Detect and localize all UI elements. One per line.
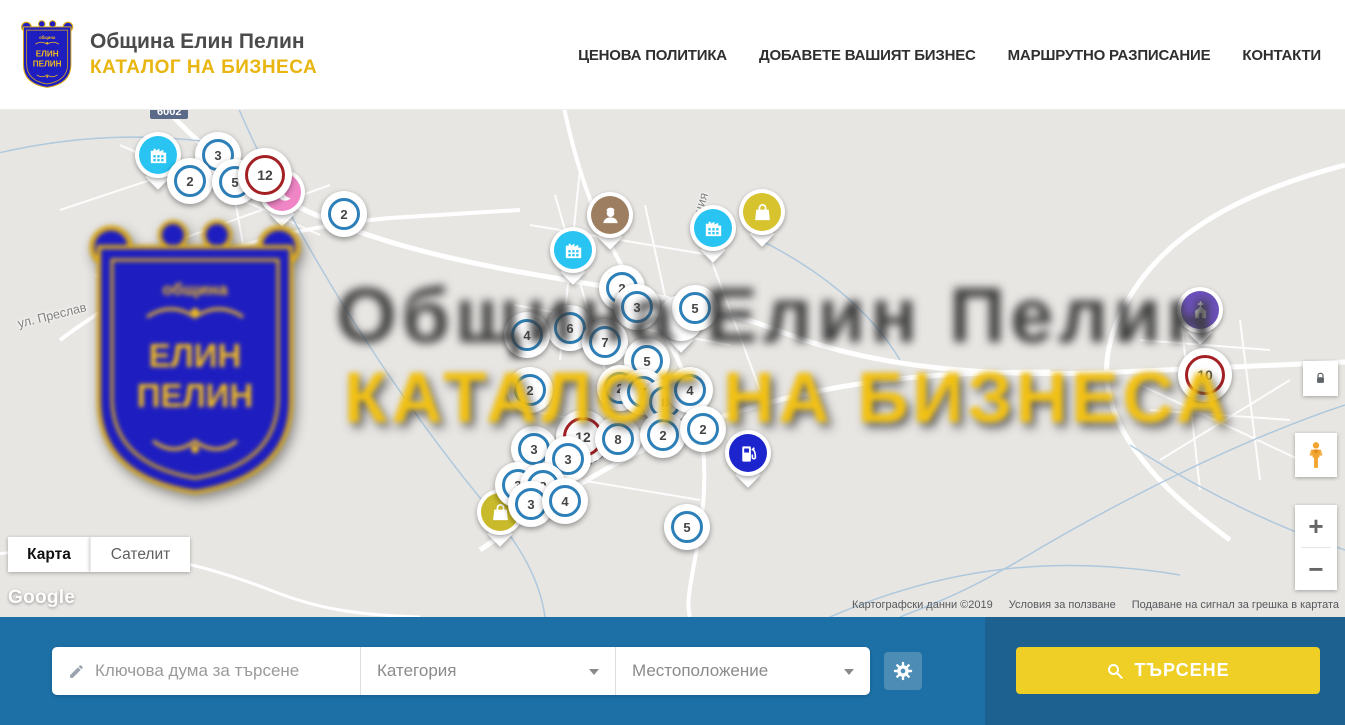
fuel-icon [729,434,767,472]
church-pin-marker[interactable] [1177,287,1223,333]
main-nav: ЦЕНОВА ПОЛИТИКА ДОБАВЕТЕ ВАШИЯТ БИЗНЕС МАР… [578,0,1321,110]
pegman-icon [1303,440,1329,470]
cluster-marker[interactable]: 2 [167,158,213,204]
keyword-search-field[interactable] [52,647,360,695]
cluster-count: 4 [549,485,581,517]
cluster-marker[interactable]: 2 [640,412,686,458]
site-subtitle: КАТАЛОГ НА БИЗНЕСА [90,57,317,79]
factory-pin-marker[interactable] [690,205,736,251]
church-icon [1181,291,1219,329]
nav-item-add-business[interactable]: ДОБАВЕТЕ ВАШИЯТ БИЗНЕС [759,47,976,64]
cluster-count: 5 [671,511,703,543]
worker-pin-marker[interactable] [587,192,633,238]
cluster-marker[interactable]: 2 [321,191,367,237]
gear-icon [892,660,914,682]
zoom-in-button[interactable]: + [1295,505,1337,547]
cluster-marker[interactable]: 4 [542,478,588,524]
pin-circle [690,205,736,251]
cluster-marker[interactable]: 8 [595,416,641,462]
attribution-terms-link[interactable]: Условия за ползване [1009,599,1116,611]
cluster-marker[interactable]: 2 [507,367,553,413]
crest-text-line2: ПЕЛИН [33,59,62,68]
nav-item-pricing[interactable]: ЦЕНОВА ПОЛИТИКА [578,47,727,64]
cluster-count: 2 [687,413,719,445]
municipality-crest-logo: община ЕЛИН ПЕЛИН [20,19,76,91]
cluster-count: 4 [674,374,706,406]
map-canvas[interactable]: 325122235647522784128223338345106002ул. … [0,110,1345,617]
cluster-count: 2 [328,198,360,230]
cluster-marker[interactable]: 3 [614,284,660,330]
shopping-bag-icon [743,193,781,231]
cluster-count: 12 [245,155,285,195]
google-logo[interactable]: Google [8,587,75,609]
map-type-satellite-button[interactable]: Сателит [90,537,190,572]
chevron-down-icon [589,669,599,675]
crest-text-line1: ЕЛИН [36,49,59,58]
pin-circle [587,192,633,238]
search-panel-right: ТЪРСЕНЕ [985,617,1345,725]
map-type-map-button[interactable]: Карта [8,537,90,572]
site-title: Община Елин Пелин [90,30,317,54]
pencil-icon [68,663,85,680]
cluster-count: 4 [511,319,543,351]
attribution-data-notice: Картографски данни ©2019 [852,599,993,611]
cluster-marker[interactable]: 5 [664,504,710,550]
site-header: община ЕЛИН ПЕЛИН Община Елин Пелин КАТА… [0,0,1345,110]
road-number-label: 6002 [150,110,188,119]
worker-icon [591,196,629,234]
fuel-pin-marker[interactable] [725,430,771,476]
pin-circle [725,430,771,476]
nav-item-contacts[interactable]: КОНТАКТИ [1242,47,1321,64]
cluster-count: 2 [174,165,206,197]
cluster-count: 2 [514,374,546,406]
search-button-label: ТЪРСЕНЕ [1134,660,1229,681]
category-select[interactable]: Категория [360,647,615,695]
cluster-count: 7 [589,326,621,358]
attribution-report-error-link[interactable]: Подаване на сигнал за грешка в картата [1132,599,1339,611]
crest-text-top: община [39,34,56,39]
pin-circle [1177,287,1223,333]
cluster-marker[interactable]: 5 [672,285,718,331]
chevron-down-icon [844,669,854,675]
cluster-count: 8 [602,423,634,455]
cluster-marker[interactable]: 12 [238,148,292,202]
cluster-count: 3 [621,291,653,323]
cluster-marker[interactable]: 7 [582,319,628,365]
cluster-count: 2 [647,419,679,451]
cluster-marker[interactable]: 10 [1178,348,1232,402]
location-select-label: Местоположение [632,661,768,681]
lock-control-button[interactable] [1303,361,1338,396]
cluster-count: 10 [1185,355,1225,395]
factory-icon [694,209,732,247]
zoom-out-button[interactable]: − [1295,548,1337,590]
location-select[interactable]: Местоположение [615,647,870,695]
search-button[interactable]: ТЪРСЕНЕ [1016,647,1320,694]
search-icon [1106,662,1124,680]
shopping-bag-pin-marker[interactable] [739,189,785,235]
category-select-label: Категория [377,661,456,681]
advanced-search-settings-button[interactable] [884,652,922,690]
cluster-marker[interactable]: 4 [504,312,550,358]
cluster-count: 5 [679,292,711,324]
lock-icon [1313,371,1328,386]
nav-item-schedule[interactable]: МАРШРУТНО РАЗПИСАНИЕ [1008,47,1211,64]
map-attribution: Картографски данни ©2019 Условия за ползв… [852,599,1339,611]
search-bar: Категория Местоположение [0,617,1345,725]
search-fields-group: Категория Местоположение [52,647,870,695]
keyword-search-input[interactable] [95,661,346,681]
search-panel-left: Категория Местоположение [0,617,985,725]
street-view-pegman-button[interactable] [1295,433,1337,477]
zoom-control: + − [1295,505,1337,590]
pin-circle [739,189,785,235]
cluster-marker[interactable]: 2 [680,406,726,452]
